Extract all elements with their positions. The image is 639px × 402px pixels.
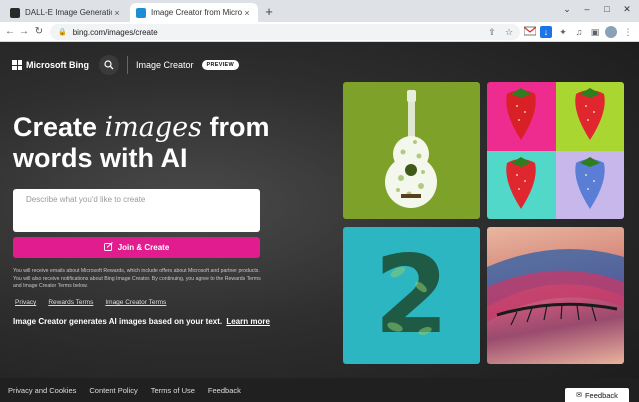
bookmark-star-icon[interactable]: ☆ (503, 26, 515, 38)
rewards-disclaimer: You will receive emails about Microsoft … (13, 268, 261, 289)
join-create-label: Join & Create (117, 243, 170, 252)
back-button[interactable]: ← (4, 25, 16, 39)
site-footer: Privacy and Cookies Content Policy Terms… (0, 378, 639, 402)
content-policy-link[interactable]: Content Policy (89, 386, 137, 395)
title-part: Create (13, 112, 105, 142)
learn-more-link[interactable]: Learn more (226, 317, 270, 326)
image-creator-terms-link[interactable]: Image Creator Terms (105, 299, 166, 306)
close-tab-icon[interactable]: × (112, 8, 122, 18)
title-emphasis: images (104, 112, 202, 143)
site-header: Microsoft Bing Image Creator PREVIEW (12, 54, 239, 76)
feedback-label: Feedback (584, 390, 618, 400)
close-tab-icon[interactable]: × (242, 8, 252, 18)
tab-title: Image Creator from Microsoft Bi (151, 8, 242, 17)
lock-icon: 🔒 (58, 29, 67, 36)
privacy-cookies-link[interactable]: Privacy and Cookies (8, 386, 76, 395)
forward-button[interactable]: → (18, 25, 30, 39)
tab-favicon-icon (10, 7, 20, 18)
reload-button[interactable]: ↻ (33, 25, 45, 39)
guitar-flowers-image[interactable] (343, 82, 480, 219)
prompt-input[interactable]: Describe what you'd like to create (13, 189, 260, 232)
maximize-button[interactable]: □ (600, 2, 614, 16)
address-bar[interactable]: 🔒 bing.com/images/create (50, 24, 520, 40)
new-tab-button[interactable]: + (262, 3, 276, 21)
description-text: Image Creator generates AI images based … (13, 317, 223, 326)
browser-toolbar: ← → ↻ 🔒 bing.com/images/create ⇪ ☆ ↓ ✦ ♫… (0, 22, 639, 42)
gmail-extension-icon[interactable] (523, 26, 537, 38)
brand-name[interactable]: Microsoft Bing (26, 60, 89, 70)
preview-badge: PREVIEW (201, 60, 239, 70)
media-icon[interactable]: ♫ (573, 26, 585, 38)
minimize-button[interactable]: – (580, 2, 594, 16)
tab-image-creator[interactable]: Image Creator from Microsoft Bi × (130, 3, 258, 22)
menu-dots-icon[interactable]: ⋮ (622, 26, 634, 38)
profile-avatar[interactable] (605, 26, 617, 38)
share-icon[interactable]: ⇪ (486, 26, 498, 38)
tab-dalle-article[interactable]: DALL-E Image Generation Is Com × (4, 3, 128, 22)
feedback-button[interactable]: ✉ Feedback (565, 388, 629, 402)
legal-links: Privacy Rewards Terms Image Creator Term… (15, 299, 166, 306)
url-text: bing.com/images/create (72, 27, 158, 37)
tab-strip: DALL-E Image Generation Is Com × Image C… (0, 0, 639, 22)
header-divider (127, 56, 128, 74)
join-create-button[interactable]: Join & Create (13, 237, 260, 258)
side-panel-icon[interactable]: ▣ (589, 26, 601, 38)
title-line-2: words with AI (13, 143, 188, 173)
feedback-link[interactable]: Feedback (208, 386, 241, 395)
description: Image Creator generates AI images based … (13, 317, 270, 326)
extensions-puzzle-icon[interactable]: ✦ (557, 26, 569, 38)
page-title: Create images from words with AI (13, 112, 270, 173)
close-window-button[interactable]: ✕ (620, 2, 634, 16)
product-name[interactable]: Image Creator (136, 60, 194, 70)
terms-of-use-link[interactable]: Terms of Use (151, 386, 195, 395)
create-icon (103, 242, 113, 253)
tab-title: DALL-E Image Generation Is Com (25, 8, 112, 17)
colorful-eye-makeup-image[interactable] (487, 227, 624, 364)
feedback-icon: ✉ (576, 392, 582, 399)
pop-art-strawberries-image[interactable] (487, 82, 624, 219)
bing-favicon-icon (136, 7, 146, 18)
search-icon[interactable] (99, 55, 119, 75)
chevron-down-icon[interactable]: ⌄ (560, 2, 574, 16)
page-content: Microsoft Bing Image Creator PREVIEW Cre… (0, 42, 639, 402)
microsoft-logo-icon (12, 60, 22, 70)
extension-download-icon[interactable]: ↓ (540, 26, 552, 38)
rewards-terms-link[interactable]: Rewards Terms (48, 299, 93, 306)
privacy-link[interactable]: Privacy (15, 299, 36, 306)
title-part: from (202, 112, 270, 142)
number-two-image[interactable]: 2 (343, 227, 480, 364)
